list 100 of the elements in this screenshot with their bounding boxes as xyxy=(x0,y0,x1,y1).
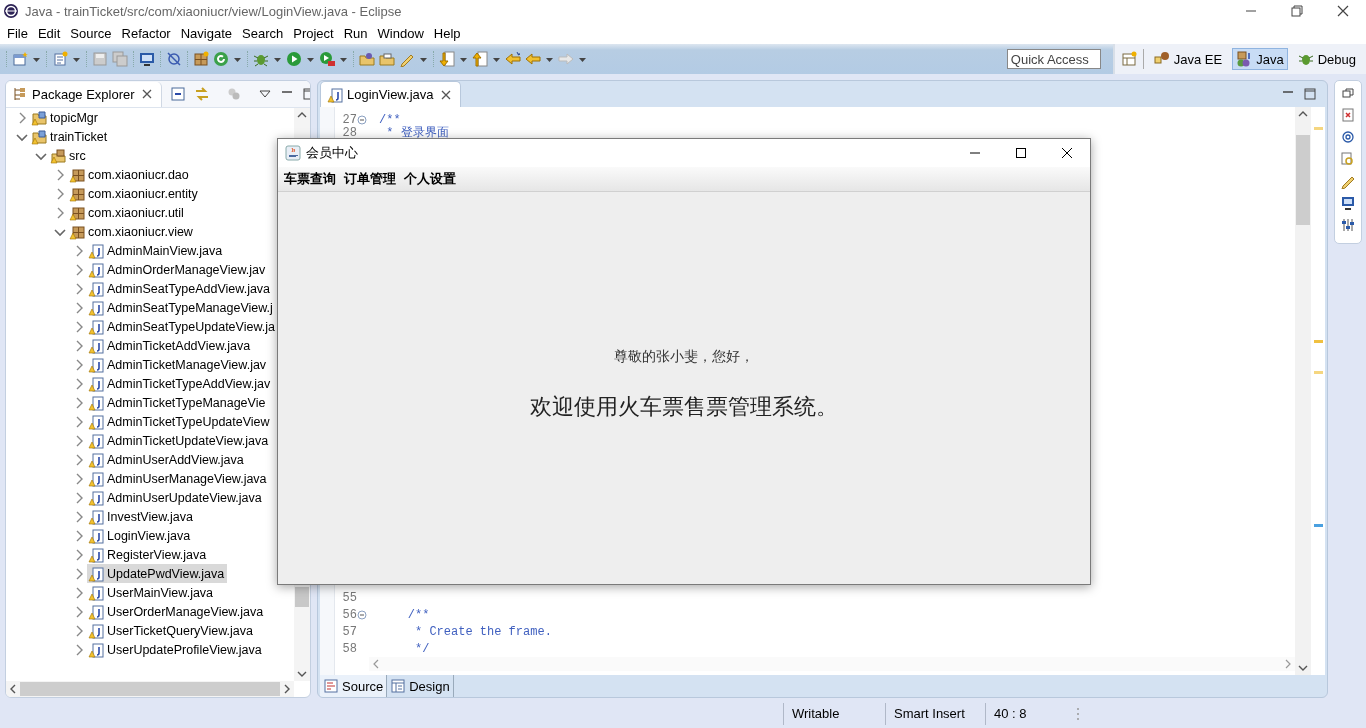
package-icon[interactable] xyxy=(193,51,209,67)
resize-grip-icon[interactable] xyxy=(1075,706,1081,722)
arrow-up-icon[interactable] xyxy=(472,51,488,67)
tree-item[interactable]: AdminTicketTypeUpdateView xyxy=(87,412,273,431)
menu-item[interactable]: File xyxy=(2,25,33,41)
scrollbar-thumb[interactable] xyxy=(295,587,309,607)
folder-icon[interactable] xyxy=(379,51,395,67)
tree-item[interactable]: AdminUserManageView.java xyxy=(87,469,270,488)
tree-item[interactable]: topicMgr xyxy=(30,108,101,127)
tree-item[interactable]: AdminTicketAddView.java xyxy=(87,336,254,355)
search-field[interactable]: Quick Access xyxy=(1006,49,1101,69)
vertical-scrollbar[interactable] xyxy=(1295,107,1311,675)
java-file-icon xyxy=(88,527,104,544)
tree-item[interactable]: trainTicket xyxy=(30,127,111,146)
fold-icon[interactable] xyxy=(357,609,367,620)
overview-marker[interactable] xyxy=(1313,524,1323,527)
menu-item[interactable]: 车票查询 xyxy=(283,170,343,188)
tree-item[interactable]: AdminSeatTypeAddView.java xyxy=(87,279,274,298)
open-perspective-icon[interactable] xyxy=(1120,51,1137,67)
refresh-icon[interactable] xyxy=(213,51,229,67)
maximize-icon[interactable] xyxy=(1303,87,1317,101)
overview-marker[interactable] xyxy=(1313,371,1323,374)
scrollbar-thumb[interactable] xyxy=(1296,135,1310,225)
tree-item[interactable]: UserMainView.java xyxy=(87,583,217,602)
skip-breakpoints-icon[interactable] xyxy=(166,51,182,67)
menu-item[interactable]: Window xyxy=(372,25,429,41)
arrow-left-icon[interactable] xyxy=(505,51,521,67)
restore-icon[interactable] xyxy=(1289,3,1305,19)
monitor-icon[interactable] xyxy=(139,51,155,67)
tree-item[interactable]: AdminTicketUpdateView.java xyxy=(87,431,272,450)
menu-item[interactable]: Refactor xyxy=(116,25,176,41)
sliders-icon[interactable] xyxy=(1340,217,1356,233)
greeting-text: 尊敬的张小斐，您好， xyxy=(614,348,754,366)
perspective-button[interactable]: Debug xyxy=(1293,48,1360,70)
java-file-icon xyxy=(88,394,104,411)
run-icon[interactable] xyxy=(286,51,302,67)
scrollbar-thumb[interactable] xyxy=(20,682,280,696)
menu-item[interactable]: Source xyxy=(65,25,117,41)
window-title: Java - trainTicket/src/com/xiaoniucr/view/LoginView.java - Eclipse xyxy=(25,3,403,19)
restore-icon[interactable] xyxy=(1340,85,1356,101)
java-file-icon xyxy=(88,641,104,658)
tree-item[interactable]: com.xiaoniucr.view xyxy=(68,222,196,241)
tree-item[interactable]: AdminSeatTypeManageView.j xyxy=(87,298,276,317)
package-tree-icon xyxy=(12,86,28,102)
close-icon[interactable] xyxy=(1335,3,1351,19)
search-icon[interactable] xyxy=(1340,151,1356,167)
menu-item[interactable]: Run xyxy=(338,25,373,41)
editor-tab[interactable]: LoginView.java xyxy=(320,81,461,107)
folder-icon[interactable] xyxy=(359,51,375,67)
tree-item[interactable]: AdminMainView.java xyxy=(87,241,226,260)
save-icon[interactable] xyxy=(92,51,108,67)
tree-item[interactable]: InvestView.java xyxy=(87,507,196,526)
fold-icon[interactable] xyxy=(357,114,367,125)
line-number: 55 xyxy=(341,590,357,605)
overview-marker[interactable] xyxy=(1313,127,1323,130)
menu-item[interactable]: Edit xyxy=(32,25,66,41)
collapse-all-icon[interactable] xyxy=(169,86,186,102)
tree-item[interactable]: src xyxy=(49,146,89,165)
tree-item[interactable]: AdminUserAddView.java xyxy=(87,450,247,469)
editor-mode-tab[interactable]: Source xyxy=(320,675,388,697)
menu-item[interactable]: Project xyxy=(288,25,339,41)
task-list-icon[interactable] xyxy=(1340,107,1356,123)
tree-item[interactable]: UserTicketQueryView.java xyxy=(87,621,256,640)
java-perspective-icon xyxy=(1236,51,1253,67)
tree-item[interactable]: com.xiaoniucr.entity xyxy=(68,184,201,203)
tree-item[interactable]: AdminSeatTypeUpdateView.ja xyxy=(87,317,278,336)
menu-item[interactable]: 个人设置 xyxy=(403,170,463,188)
view-tab[interactable]: Package Explorer xyxy=(6,81,162,107)
java-file-icon xyxy=(88,375,104,392)
perspective-button[interactable]: Java EE xyxy=(1149,48,1227,70)
tree-item[interactable]: AdminTicketTypeAddView.jav xyxy=(87,374,274,393)
new-class-icon[interactable] xyxy=(52,51,68,67)
arrow-down-icon[interactable] xyxy=(439,51,455,67)
tree-item[interactable]: UserOrderManageView.java xyxy=(87,602,267,621)
tree-item[interactable]: AdminOrderManageView.jav xyxy=(87,260,269,279)
horizontal-scrollbar[interactable] xyxy=(6,681,294,697)
link-icon[interactable] xyxy=(193,86,210,102)
java-cup-icon xyxy=(285,145,301,161)
perspective-button[interactable]: Java xyxy=(1232,48,1288,70)
tree-item[interactable]: com.xiaoniucr.util xyxy=(68,203,187,222)
at-sign-icon[interactable] xyxy=(1340,129,1356,145)
menu-item[interactable]: Navigate xyxy=(175,25,237,41)
tree-item[interactable]: AdminTicketTypeManageVie xyxy=(87,393,269,412)
menu-item[interactable]: Help xyxy=(428,25,466,41)
java-file-icon xyxy=(88,622,104,639)
tree-item[interactable]: UserUpdateProfileView.java xyxy=(87,640,265,659)
monitor-icon[interactable] xyxy=(1340,195,1356,211)
tree-item[interactable]: AdminTicketManageView.jav xyxy=(87,355,270,374)
menu-item[interactable]: Search xyxy=(237,25,289,41)
new-file-icon[interactable] xyxy=(12,51,28,67)
tree-item[interactable]: UpdatePwdView.java xyxy=(87,564,228,583)
java-file-icon xyxy=(88,508,104,525)
tree-item[interactable]: AdminUserUpdateView.java xyxy=(87,488,265,507)
overview-marker[interactable] xyxy=(1313,340,1323,343)
tree-item[interactable]: LoginView.java xyxy=(87,526,194,545)
run-external-icon[interactable] xyxy=(319,51,335,67)
menu-item[interactable]: 订单管理 xyxy=(343,170,403,188)
tree-item[interactable]: RegisterView.java xyxy=(87,545,210,564)
tree-item[interactable]: com.xiaoniucr.dao xyxy=(68,165,192,184)
editor-mode-tab[interactable]: Design xyxy=(387,675,454,697)
